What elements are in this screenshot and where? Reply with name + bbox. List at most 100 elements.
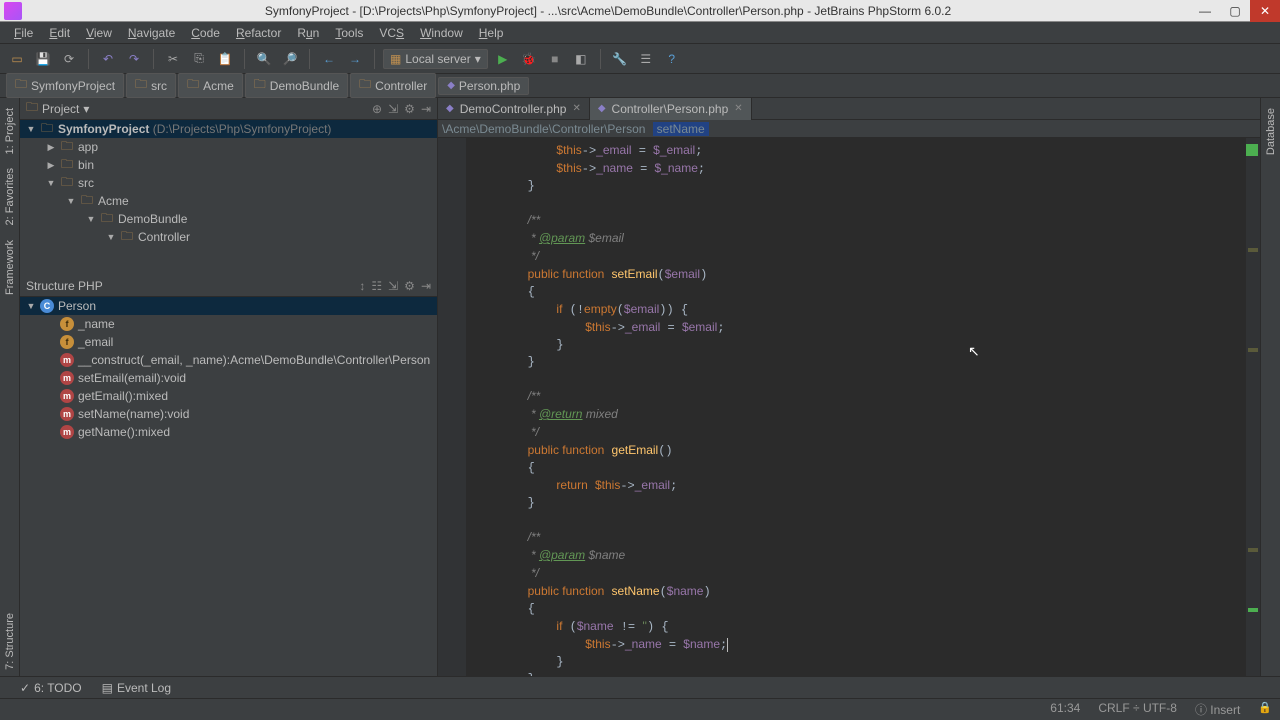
tree-node[interactable]: ▶🗀app: [20, 138, 437, 156]
marker[interactable]: [1248, 248, 1258, 252]
tab-structure[interactable]: 7: Structure: [2, 607, 18, 676]
run-icon[interactable]: ▶: [492, 48, 514, 70]
sort-icon[interactable]: ↕: [359, 279, 365, 293]
folder-icon: 🗀: [254, 75, 266, 96]
menu-file[interactable]: File: [6, 24, 41, 42]
line-separator[interactable]: CRLF ÷ UTF-8: [1098, 701, 1177, 718]
help-icon[interactable]: ?: [661, 48, 683, 70]
settings-icon[interactable]: 🔧: [609, 48, 631, 70]
collapse-icon[interactable]: ⇲: [388, 102, 398, 116]
coverage-icon[interactable]: ◧: [570, 48, 592, 70]
server-icon: ▦: [390, 52, 401, 66]
structure-member[interactable]: mgetEmail():mixed: [20, 387, 437, 405]
insert-mode[interactable]: ⓘ Insert: [1195, 701, 1240, 718]
tree-node[interactable]: ▶🗀bin: [20, 156, 437, 174]
marker[interactable]: [1248, 348, 1258, 352]
back-icon[interactable]: ←: [318, 48, 340, 70]
caret-position[interactable]: 61:34: [1050, 701, 1080, 718]
code-editor[interactable]: $this->_email = $_email; $this->_name = …: [466, 138, 1246, 676]
method-icon: m: [60, 425, 74, 439]
lock-icon[interactable]: 🔒: [1258, 701, 1272, 718]
crumb-file[interactable]: ◆Person.php: [438, 77, 529, 95]
run-config-select[interactable]: ▦ Local server ▾: [383, 49, 488, 69]
target-icon[interactable]: ⊕: [372, 102, 382, 116]
close-button[interactable]: ✕: [1250, 0, 1280, 22]
crumb-demobundle[interactable]: 🗀DemoBundle: [245, 73, 348, 98]
close-tab-icon[interactable]: ✕: [734, 103, 742, 114]
event-log-tool[interactable]: ▤Event Log: [102, 681, 171, 695]
tab-database[interactable]: Database: [1263, 102, 1279, 161]
menu-edit[interactable]: Edit: [41, 24, 78, 42]
tab-framework[interactable]: Framework: [2, 234, 18, 301]
window-title: SymfonyProject - [D:\Projects\Php\Symfon…: [26, 4, 1190, 18]
sync-icon[interactable]: ⟳: [58, 48, 80, 70]
structure-member[interactable]: msetName(name):void: [20, 405, 437, 423]
structure-member[interactable]: f_name: [20, 315, 437, 333]
gear-icon[interactable]: ⚙: [404, 279, 415, 293]
crumb-project[interactable]: 🗀SymfonyProject: [6, 73, 124, 98]
crumb-acme[interactable]: 🗀Acme: [178, 73, 243, 98]
editor-tab[interactable]: ◆DemoController.php✕: [438, 98, 590, 120]
menu-view[interactable]: View: [78, 24, 120, 42]
tab-favorites[interactable]: 2: Favorites: [2, 162, 18, 231]
tree-node[interactable]: ▼🗀src: [20, 174, 437, 192]
tree-root[interactable]: ▼🗀 SymfonyProject (D:\Projects\Php\Symfo…: [20, 120, 437, 138]
replace-icon[interactable]: 🔎: [279, 48, 301, 70]
editor-gutter[interactable]: [438, 138, 466, 676]
structure-tree[interactable]: ▼C Person f_name f_email m__construct(_e…: [20, 297, 437, 676]
debug-icon[interactable]: 🐞: [518, 48, 540, 70]
structure-class[interactable]: ▼C Person: [20, 297, 437, 315]
tab-project[interactable]: 1: Project: [2, 102, 18, 160]
crumb-src[interactable]: 🗀src: [126, 73, 176, 98]
cut-icon[interactable]: ✂: [162, 48, 184, 70]
undo-icon[interactable]: ↶: [97, 48, 119, 70]
find-icon[interactable]: 🔍: [253, 48, 275, 70]
menu-vcs[interactable]: VCS: [371, 24, 412, 42]
menu-code[interactable]: Code: [183, 24, 228, 42]
tree-node[interactable]: ▼🗀Controller: [20, 228, 437, 246]
tree-node[interactable]: ▼🗀Acme: [20, 192, 437, 210]
error-stripe[interactable]: [1246, 138, 1260, 676]
structure-member[interactable]: msetEmail(email):void: [20, 369, 437, 387]
menu-help[interactable]: Help: [471, 24, 512, 42]
structure-member[interactable]: f_email: [20, 333, 437, 351]
chevron-down-icon[interactable]: ▾: [83, 102, 89, 116]
todo-tool[interactable]: ✓6: TODO: [20, 681, 82, 695]
field-icon: f: [60, 335, 74, 349]
open-icon[interactable]: ▭: [6, 48, 28, 70]
log-icon: ▤: [102, 681, 113, 695]
structure-member[interactable]: mgetName():mixed: [20, 423, 437, 441]
marker[interactable]: [1248, 548, 1258, 552]
copy-icon[interactable]: ⎘: [188, 48, 210, 70]
project-tree[interactable]: ▼🗀 SymfonyProject (D:\Projects\Php\Symfo…: [20, 120, 437, 275]
stop-icon[interactable]: ■: [544, 48, 566, 70]
gear-icon[interactable]: ⚙: [404, 102, 415, 116]
method-icon: m: [60, 389, 74, 403]
tree-node[interactable]: ▼🗀DemoBundle: [20, 210, 437, 228]
structure-panel-title: Structure PHP: [26, 279, 103, 293]
forward-icon[interactable]: →: [344, 48, 366, 70]
editor-breadcrumb[interactable]: \Acme\DemoBundle\Controller\Person setNa…: [438, 120, 1260, 138]
structure-icon[interactable]: ☰: [635, 48, 657, 70]
menu-run[interactable]: Run: [289, 24, 327, 42]
filter-icon[interactable]: ☷: [371, 279, 382, 293]
crumb-controller[interactable]: 🗀Controller: [350, 73, 436, 98]
minimize-button[interactable]: —: [1190, 0, 1220, 22]
structure-member[interactable]: m__construct(_email, _name):Acme\DemoBun…: [20, 351, 437, 369]
menu-window[interactable]: Window: [412, 24, 471, 42]
marker[interactable]: [1248, 608, 1258, 612]
menu-navigate[interactable]: Navigate: [120, 24, 183, 42]
close-tab-icon[interactable]: ✕: [572, 103, 580, 114]
collapse-icon[interactable]: ⇲: [388, 279, 398, 293]
save-icon[interactable]: 💾: [32, 48, 54, 70]
menu-tools[interactable]: Tools: [327, 24, 371, 42]
hide-icon[interactable]: ⇥: [421, 102, 431, 116]
run-config-label: Local server: [405, 52, 470, 66]
editor-tab[interactable]: ◆Controller\Person.php✕: [590, 98, 752, 120]
maximize-button[interactable]: ▢: [1220, 0, 1250, 22]
redo-icon[interactable]: ↷: [123, 48, 145, 70]
menu-refactor[interactable]: Refactor: [228, 24, 289, 42]
hide-icon[interactable]: ⇥: [421, 279, 431, 293]
paste-icon[interactable]: 📋: [214, 48, 236, 70]
field-icon: f: [60, 317, 74, 331]
